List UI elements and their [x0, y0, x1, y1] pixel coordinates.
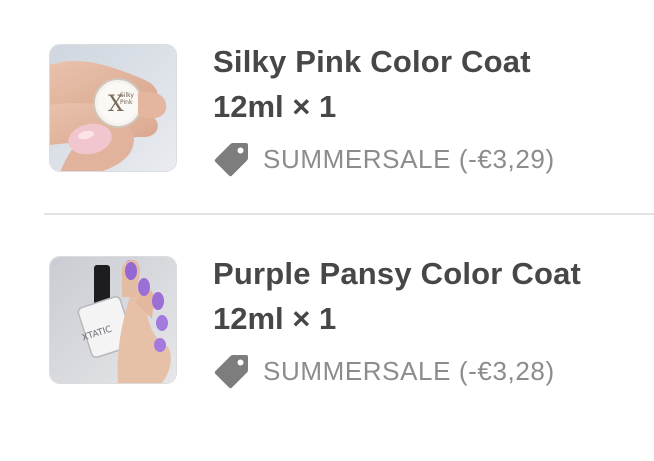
product-quantity: 12ml × 1: [213, 301, 337, 336]
bottle-label-line: Silky: [120, 92, 134, 99]
tag-icon: [213, 140, 251, 178]
product-thumbnail[interactable]: X Silky Pink: [49, 44, 177, 172]
product-name[interactable]: Purple Pansy Color Coat: [213, 256, 581, 292]
discount-code: SUMMERSALE (-€3,28): [263, 355, 555, 386]
silky-pink-product-photo: X Silky Pink: [50, 45, 176, 171]
cart-item[interactable]: XTATIC Purple Pansy Color Coat 12ml × 1: [0, 252, 654, 402]
tag-icon: [213, 352, 251, 390]
product-thumbnail[interactable]: XTATIC: [49, 256, 177, 384]
purple-pansy-product-photo: XTATIC: [50, 257, 176, 383]
item-divider: [44, 213, 654, 215]
cart-item[interactable]: X Silky Pink Silky Pink Color Coat 12ml …: [0, 40, 654, 190]
product-quantity: 12ml × 1: [213, 89, 337, 124]
bottle-label-line: Pink: [120, 99, 133, 106]
discount-row: SUMMERSALE (-€3,29): [213, 140, 555, 178]
discount-row: SUMMERSALE (-€3,28): [213, 352, 555, 390]
discount-code: SUMMERSALE (-€3,29): [263, 143, 555, 174]
cart-item-list: X Silky Pink Silky Pink Color Coat 12ml …: [0, 0, 654, 461]
product-name[interactable]: Silky Pink Color Coat: [213, 44, 531, 80]
